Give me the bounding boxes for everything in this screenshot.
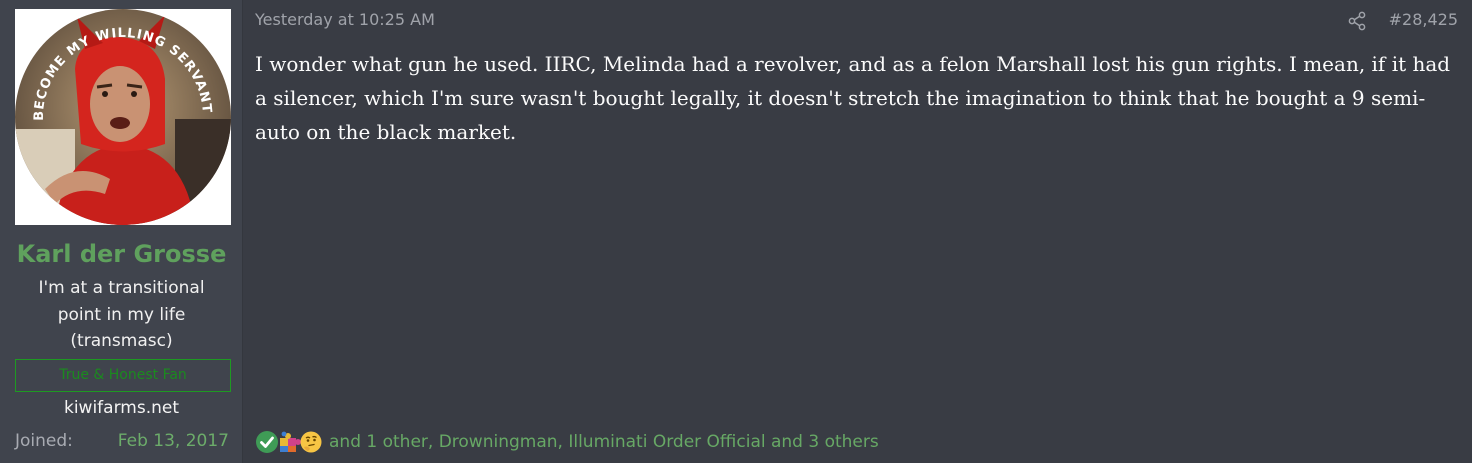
post-message: I wonder what gun he used. IIRC, Melinda… (255, 52, 1451, 144)
share-icon[interactable] (1347, 11, 1367, 31)
username[interactable]: Karl der Grosse (0, 240, 243, 268)
user-title-line: I'm at a transitional (38, 278, 205, 298)
post-content-panel: Yesterday at 10:25 AM #28,425 I wonder w… (243, 0, 1472, 463)
user-title-line: (transmasc) (70, 331, 173, 351)
post-date[interactable]: Yesterday at 10:25 AM (255, 10, 435, 29)
thinking-reaction-icon[interactable] (299, 430, 323, 454)
avatar[interactable]: BECOME MY WILLING SERVANT! (15, 9, 231, 225)
user-banner: True & Honest Fan (15, 359, 231, 392)
joined-date: Feb 13, 2017 (117, 431, 229, 451)
reactions-summary[interactable]: and 1 other, Drowningman, Illuminati Ord… (329, 432, 879, 452)
puzzle-reaction-icon[interactable] (277, 430, 301, 454)
check-reaction-icon[interactable] (255, 430, 279, 454)
user-title: I'm at a transitional point in my life (… (0, 275, 243, 355)
avatar-image: BECOME MY WILLING SERVANT! (15, 9, 231, 225)
post-number-link[interactable]: #28,425 (1389, 10, 1458, 29)
user-info-panel: BECOME MY WILLING SERVANT! Karl der Gros… (0, 0, 243, 463)
user-site: kiwifarms.net (63, 398, 179, 418)
joined-label: Joined: (15, 431, 73, 451)
reactions-bar: and 1 other, Drowningman, Illuminati Ord… (255, 429, 879, 455)
user-title-line: point in my life (57, 304, 186, 325)
forum-post: BECOME MY WILLING SERVANT! Karl der Gros… (0, 0, 1472, 463)
